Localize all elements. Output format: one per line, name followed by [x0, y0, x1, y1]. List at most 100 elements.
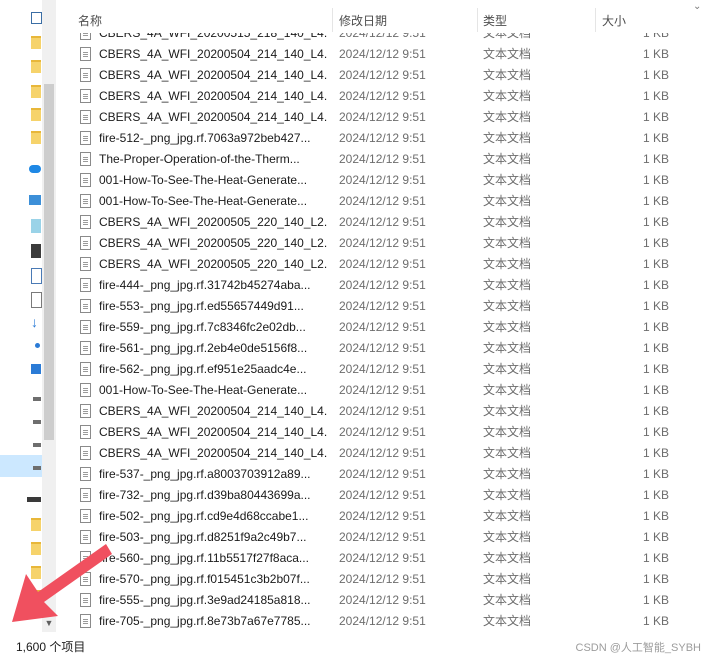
- folder-icon[interactable]: [31, 36, 41, 49]
- file-size: 1 KB: [642, 488, 669, 502]
- text-file-icon: [80, 593, 91, 607]
- folder-icon[interactable]: [31, 518, 41, 531]
- file-row[interactable]: 001-How-To-See-The-Heat-Generate... 2024/…: [62, 380, 715, 401]
- folder-icon[interactable]: [31, 60, 41, 73]
- folder-icon[interactable]: [31, 590, 41, 603]
- file-date: 2024/12/12 9:51: [339, 425, 426, 439]
- text-file-icon: [80, 33, 91, 40]
- folder-icon[interactable]: [31, 542, 41, 555]
- file-type: 文本文档: [483, 467, 532, 481]
- nav-scrollbar-thumb[interactable]: [44, 84, 54, 440]
- column-type-header[interactable]: 类型: [483, 12, 507, 29]
- folder-icon[interactable]: [31, 108, 41, 121]
- column-size-header[interactable]: 大小: [602, 12, 626, 29]
- file-row[interactable]: fire-503-_png_jpg.rf.d8251f9a2c49b7... 20…: [62, 527, 715, 548]
- file-name: CBERS_4A_WFI_20200504_214_140_L4...: [99, 110, 327, 124]
- file-row[interactable]: fire-561-_png_jpg.rf.2eb4e0de5156f8... 20…: [62, 338, 715, 359]
- file-row[interactable]: 001-How-To-See-The-Heat-Generate... 2024/…: [62, 191, 715, 212]
- file-size: 1 KB: [642, 509, 669, 523]
- column-date-header[interactable]: 修改日期: [339, 12, 387, 29]
- desktop-icon[interactable]: [31, 364, 41, 374]
- this-pc-icon[interactable]: [29, 195, 41, 205]
- file-row[interactable]: fire-562-_png_jpg.rf.ef951e25aadc4e... 20…: [62, 359, 715, 380]
- file-type: 文本文档: [483, 194, 532, 208]
- item-count: 1,600 个项目: [16, 640, 86, 654]
- file-type: 文本文档: [483, 362, 532, 376]
- 3d-objects-icon[interactable]: [31, 219, 41, 233]
- file-name: fire-555-_png_jpg.rf.3e9ad24185a818...: [99, 593, 311, 607]
- file-row[interactable]: CBERS_4A_WFI_20200504_214_140_L4... 2024/…: [62, 422, 715, 443]
- file-row[interactable]: CBERS_4A_WFI_20200504_214_140_L4... 2024/…: [62, 401, 715, 422]
- file-row[interactable]: CBERS_4A_WFI_20200504_214_140_L4... 2024/…: [62, 65, 715, 86]
- onedrive-cloud-icon[interactable]: [29, 165, 41, 173]
- column-divider[interactable]: [595, 8, 596, 32]
- file-type: 文本文档: [483, 572, 532, 586]
- drive-icon[interactable]: [33, 443, 41, 447]
- file-row[interactable]: CBERS_4A_WFI_20200504_214_140_L4... 2024/…: [62, 107, 715, 128]
- file-row[interactable]: fire-502-_png_jpg.rf.cd9e4d68ccabe1... 20…: [62, 506, 715, 527]
- column-divider[interactable]: [332, 8, 333, 32]
- file-row[interactable]: fire-553-_png_jpg.rf.ed55657449d91... 202…: [62, 296, 715, 317]
- file-row[interactable]: fire-705-_png_jpg.rf.8e73b7a67e7785... 20…: [62, 611, 715, 632]
- file-size: 1 KB: [642, 278, 669, 292]
- text-file-icon: [80, 131, 91, 145]
- file-date: 2024/12/12 9:51: [339, 341, 426, 355]
- file-row[interactable]: The-Proper-Operation-of-the-Therm... 2024…: [62, 149, 715, 170]
- file-row[interactable]: fire-555-_png_jpg.rf.3e9ad24185a818... 20…: [62, 590, 715, 611]
- navigation-pane: ↓ ▼: [0, 0, 56, 632]
- column-divider[interactable]: [477, 8, 478, 32]
- file-row[interactable]: 001-How-To-See-The-Heat-Generate... 2024/…: [62, 170, 715, 191]
- folder-icon[interactable]: [31, 131, 41, 144]
- file-date: 2024/12/12 9:51: [339, 47, 426, 61]
- file-name: fire-502-_png_jpg.rf.cd9e4d68ccabe1...: [99, 509, 309, 523]
- drive-icon[interactable]: [33, 466, 41, 470]
- file-row[interactable]: CBERS_4A_WFI_20200505_220_140_L2... 2024/…: [62, 254, 715, 275]
- file-row[interactable]: CBERS_4A_WFI_20200505_220_140_L2... 2024/…: [62, 233, 715, 254]
- file-name: CBERS_4A_WFI_20200504_214_140_L4...: [99, 89, 327, 103]
- pictures-icon[interactable]: [31, 268, 42, 284]
- text-file-icon: [80, 194, 91, 208]
- file-row[interactable]: CBERS_4A_WFI_20200504_214_140_L4... 2024/…: [62, 86, 715, 107]
- file-row[interactable]: fire-559-_png_jpg.rf.7c8346fc2e02db... 20…: [62, 317, 715, 338]
- file-date: 2024/12/12 9:51: [339, 33, 426, 40]
- file-name: 001-How-To-See-The-Heat-Generate...: [99, 194, 308, 208]
- music-icon[interactable]: [35, 343, 40, 348]
- file-row[interactable]: fire-444-_png_jpg.rf.31742b45274aba... 20…: [62, 275, 715, 296]
- file-date: 2024/12/12 9:51: [339, 530, 426, 544]
- file-type: 文本文档: [483, 152, 532, 166]
- column-name-header[interactable]: 名称: [78, 12, 102, 29]
- file-row[interactable]: CBERS_4A_WFI_20200505_220_140_L2... 2024/…: [62, 212, 715, 233]
- text-file-icon: [80, 152, 91, 166]
- file-size: 1 KB: [642, 425, 669, 439]
- file-date: 2024/12/12 9:51: [339, 89, 426, 103]
- folder-icon[interactable]: [31, 85, 41, 98]
- file-name: CBERS_4A_WFI_20200505_220_140_L2...: [99, 257, 327, 271]
- file-date: 2024/12/12 9:51: [339, 236, 426, 250]
- file-size: 1 KB: [642, 33, 669, 40]
- drive-icon[interactable]: [33, 420, 41, 424]
- file-row[interactable]: CBERS_4A_WFI_20200504_214_140_L4... 2024/…: [62, 44, 715, 65]
- file-date: 2024/12/12 9:51: [339, 488, 426, 502]
- file-row[interactable]: CBERS_4A_WFI_20200515_218_140_L4... 2024/…: [62, 33, 715, 44]
- file-type: 文本文档: [483, 530, 532, 544]
- folder-icon[interactable]: [31, 566, 41, 579]
- scroll-down-arrow-icon[interactable]: ▼: [42, 616, 56, 630]
- file-type: 文本文档: [483, 236, 532, 250]
- file-size: 1 KB: [642, 131, 669, 145]
- file-row[interactable]: CBERS_4A_WFI_20200504_214_140_L4... 2024/…: [62, 443, 715, 464]
- file-name: CBERS_4A_WFI_20200504_214_140_L4...: [99, 404, 327, 418]
- quick-access-icon[interactable]: [31, 12, 42, 24]
- file-row[interactable]: fire-512-_png_jpg.rf.7063a972beb427... 20…: [62, 128, 715, 149]
- drive-icon[interactable]: [33, 397, 41, 401]
- file-date: 2024/12/12 9:51: [339, 257, 426, 271]
- file-row[interactable]: fire-570-_png_jpg.rf.f015451c3b2b07f... 2…: [62, 569, 715, 590]
- file-row[interactable]: fire-537-_png_jpg.rf.a8003703912a89... 20…: [62, 464, 715, 485]
- videos-icon[interactable]: [31, 244, 41, 258]
- documents-icon[interactable]: [31, 292, 42, 308]
- file-row[interactable]: fire-732-_png_jpg.rf.d39ba80443699a... 20…: [62, 485, 715, 506]
- file-row[interactable]: fire-560-_png_jpg.rf.11b5517f27f8aca... 2…: [62, 548, 715, 569]
- network-drive-icon[interactable]: [27, 497, 41, 502]
- file-size: 1 KB: [642, 341, 669, 355]
- file-size: 1 KB: [642, 236, 669, 250]
- downloads-icon[interactable]: ↓: [31, 315, 41, 330]
